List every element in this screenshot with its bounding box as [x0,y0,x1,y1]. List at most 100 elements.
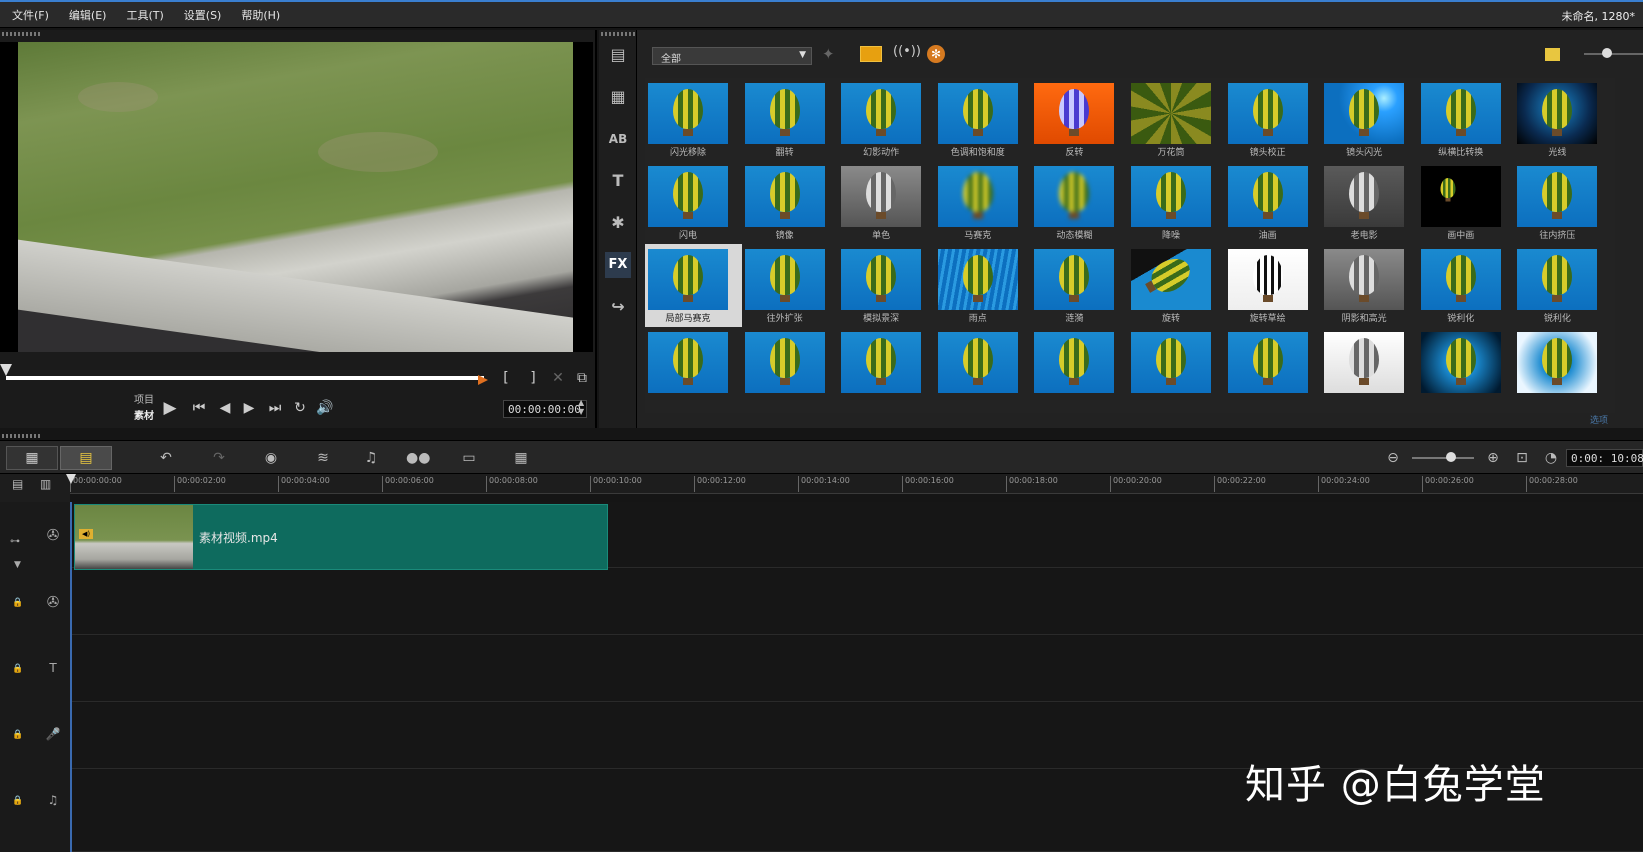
filter-tile[interactable]: 动态模糊 [1031,161,1133,247]
multi-trim-icon[interactable]: ▦ [510,449,532,467]
filter-tile[interactable] [1514,327,1616,413]
filter-tile[interactable]: 老电影 [1321,161,1423,247]
filter-tile[interactable] [1128,327,1229,413]
filter-tile[interactable]: 涟漪 [1031,244,1133,330]
chapter-icon[interactable]: ▥ [40,477,51,491]
filter-tile[interactable] [1417,327,1519,413]
reel-icon[interactable]: ✻ [927,45,945,63]
filter-tile[interactable]: 翻转 [741,78,843,164]
filter-tile[interactable]: 锐利化 [1417,244,1519,330]
options-label[interactable]: 选项 [1590,413,1608,426]
zoom-slider[interactable] [1412,457,1474,459]
play-icon[interactable]: ▶ [161,398,179,418]
filter-tile[interactable]: 反转 [1031,78,1133,164]
mark-out-button[interactable]: ] [524,370,542,386]
menu-settings[interactable]: 设置(S) [184,7,222,23]
filter-tile[interactable]: 旋转草绘 [1224,244,1326,330]
split-icon[interactable]: ✕ [549,370,567,386]
lock-icon[interactable]: 🔒 [12,598,24,610]
graphic-icon[interactable]: ✱ [605,210,631,236]
track-collapse-icon[interactable]: ▼ [14,560,21,570]
music-track-icon[interactable]: ♫ [42,789,64,811]
filter-tile[interactable] [741,327,843,413]
enlarge-icon[interactable]: ⧉ [573,370,591,386]
filter-tile[interactable]: 镜像 [741,161,843,247]
filter-tile[interactable]: 闪电 [645,161,746,247]
panel-grip[interactable] [2,434,42,438]
thumb-size-slider-knob[interactable] [1602,48,1612,58]
zoom-in-icon[interactable]: ⊕ [1482,449,1504,467]
filter-tile[interactable]: 镜头校正 [1224,78,1326,164]
overlay-track[interactable] [72,569,1643,635]
timeline-ruler[interactable]: 00:00:00:00 00:00:02:00 00:00:04:00 00:00:0… [70,474,1643,494]
motion-track-icon[interactable]: ●● [406,449,430,467]
filter-tile[interactable]: 模拟景深 [838,244,940,330]
video-clip[interactable]: ◀) 素材视频.mp4 [74,504,608,570]
filter-tile[interactable]: 万花筒 [1128,78,1229,164]
filter-tile[interactable] [838,327,940,413]
filter-tile[interactable]: 纵横比转换 [1417,78,1519,164]
scrub-bar[interactable] [6,376,484,380]
add-favorite-icon[interactable]: ✦ [822,45,835,63]
media-icon[interactable]: ▤ [605,42,631,68]
filter-tile[interactable] [1321,327,1423,413]
title-icon[interactable]: T [605,168,631,194]
filter-tile[interactable]: 锐利化 [1514,244,1616,330]
prev-frame-icon[interactable]: ◀ [216,400,234,416]
record-capture-icon[interactable]: ◉ [260,449,282,467]
home-icon[interactable]: ⏮ [190,400,208,416]
filter-tile[interactable]: 马赛克 [934,161,1036,247]
filter-tile[interactable]: 阴影和高光 [1321,244,1423,330]
overlay-track-icon[interactable]: ✇ [42,591,64,613]
sound-mixer-icon[interactable]: ≋ [312,449,334,467]
instant-project-icon[interactable]: ▦ [605,84,631,110]
title-track-icon[interactable]: T [42,657,64,679]
mode-clip[interactable]: 素材 [120,409,154,425]
undo-icon[interactable]: ↶ [155,449,177,467]
filter-tile[interactable] [1224,327,1326,413]
filter-tile[interactable]: 往内挤压 [1514,161,1616,247]
video-preview[interactable] [18,42,573,352]
path-icon[interactable]: ↪ [605,294,631,320]
subtitle-editor-icon[interactable]: ▭ [458,449,480,467]
menu-file[interactable]: 文件(F) [12,7,49,23]
filter-tile[interactable]: 光线 [1514,78,1616,164]
filter-icon[interactable]: FX [605,252,631,278]
filter-tile[interactable]: 雨点 [934,244,1036,330]
timeline-timecode[interactable]: 0:00: 10:08 [1566,449,1643,467]
timecode-stepper-icon[interactable]: ▲ ▼ [578,398,584,416]
repeat-icon[interactable]: ↻ [291,400,309,416]
auto-music-icon[interactable]: ♫ [360,449,382,467]
mark-in-button[interactable]: [ [497,370,515,386]
filter-tile[interactable]: 镜头闪光 [1321,78,1423,164]
fit-project-icon[interactable]: ⊡ [1511,449,1533,467]
panel-grip[interactable] [2,32,42,36]
filter-tile[interactable]: 旋转 [1128,244,1229,330]
filter-tile[interactable] [645,327,746,413]
filter-tile[interactable]: 闪光移除 [645,78,746,164]
end-icon[interactable]: ⏭ [266,400,284,416]
filter-tile[interactable]: 油画 [1224,161,1326,247]
gallery-dropdown[interactable]: 全部 ▼ [652,47,812,65]
filter-tile[interactable]: 画中画 [1417,161,1519,247]
lock-icon[interactable]: 🔒 [12,730,24,742]
timeline-view-icon[interactable]: ▤ [60,446,112,470]
lock-icon[interactable]: 🔒 [12,664,24,676]
filter-tile[interactable]: 局部马赛克 [645,244,746,330]
next-frame-icon[interactable]: ▶ [240,400,258,416]
filter-tile[interactable]: 单色 [838,161,940,247]
lock-icon[interactable]: 🔒 [12,796,24,808]
filter-tile[interactable]: 幻影动作 [838,78,940,164]
zoom-out-icon[interactable]: ⊖ [1382,449,1404,467]
audio-filter-icon[interactable]: ((•)) [893,44,921,59]
transition-icon[interactable]: AB [605,126,631,152]
menu-tools[interactable]: 工具(T) [126,7,163,23]
video-track-icon[interactable]: ✇ [42,524,64,546]
zoom-slider-knob[interactable] [1446,452,1457,462]
menu-help[interactable]: 帮助(H) [241,7,280,23]
player-timecode[interactable]: 00:00:00:00 [503,400,587,418]
menu-edit[interactable]: 编辑(E) [69,7,107,23]
filter-tile[interactable]: 往外扩张 [741,244,843,330]
mode-project[interactable]: 项目 [120,393,154,409]
filter-tile[interactable] [1031,327,1133,413]
